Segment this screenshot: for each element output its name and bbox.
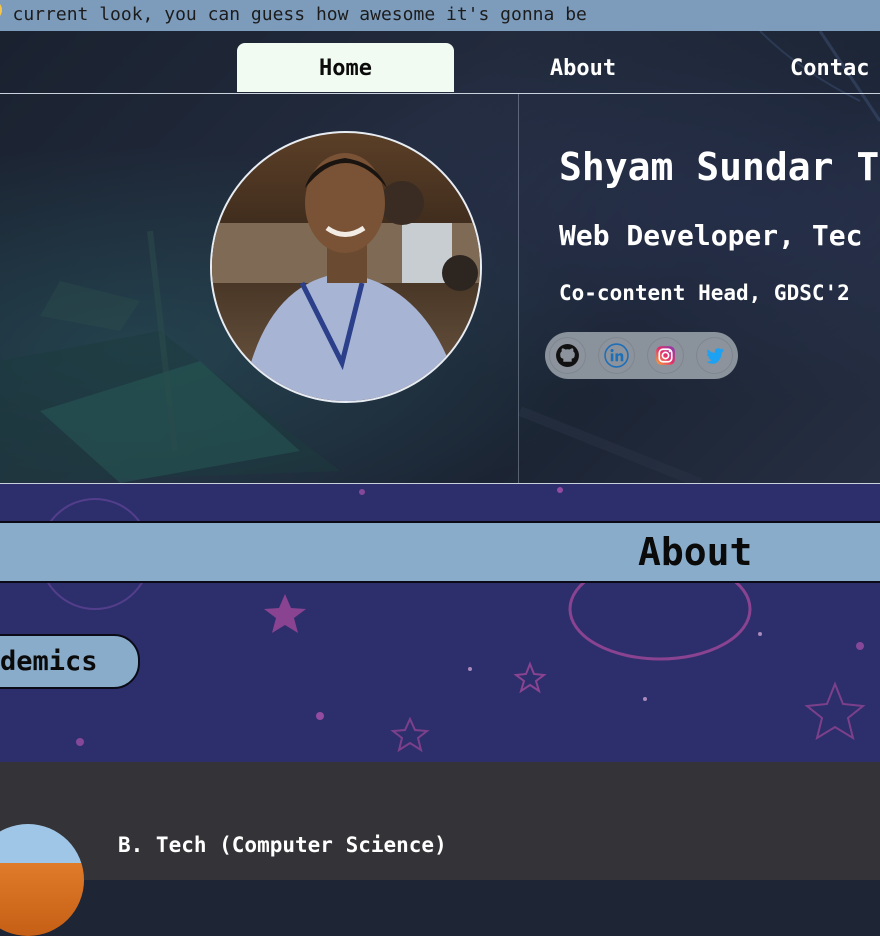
nav-about-tab[interactable]: About [520,43,646,92]
twitter-icon [706,348,724,364]
marquee-banner: 's current look, you can guess how aweso… [0,0,880,31]
hero-divider [518,93,519,483]
instagram-icon [656,346,675,365]
hero-subtitle: Co-content Head, GDSC'2 [559,281,850,305]
college-image [0,824,84,936]
hero-role: Web Developer, Tec [559,219,863,252]
education-degree: B. Tech (Computer Science) [118,833,447,857]
hero-name: Shyam Sundar T [559,145,880,189]
education-section: B. Tech (Computer Science) [0,762,880,936]
profile-photo [210,131,482,403]
github-icon [556,344,579,367]
top-navigation: Home About Contac [0,43,880,94]
marquee-text: 's current look, you can guess how aweso… [0,4,587,25]
academics-label: demics [0,646,98,677]
github-link[interactable] [550,338,585,373]
about-heading-bar: About [0,521,880,583]
academics-tab[interactable]: demics [0,634,140,689]
linkedin-icon [604,343,629,368]
about-title: About [638,530,753,574]
hero-section: Home About Contac Shyam Sundar T Web Dev… [0,31,880,483]
nav-home-tab[interactable]: Home [237,43,454,92]
about-section: About demics [0,483,880,763]
linkedin-link[interactable] [599,338,634,373]
social-links [545,332,738,379]
twitter-link[interactable] [697,338,732,373]
instagram-link[interactable] [648,338,683,373]
nav-contact-tab[interactable]: Contac [790,43,880,92]
